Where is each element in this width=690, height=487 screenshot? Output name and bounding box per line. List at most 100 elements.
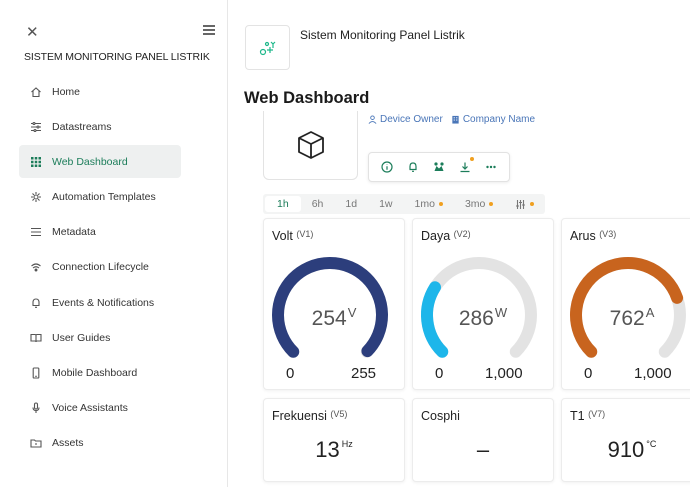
building-icon xyxy=(452,115,459,124)
tab-1d[interactable]: 1d xyxy=(334,194,368,214)
automation-icon xyxy=(29,190,43,204)
gauge-min: 0 xyxy=(584,365,593,382)
widget-value: 13 Hz xyxy=(315,437,353,462)
widget-volt[interactable]: Volt (V1) 254V 0 255 xyxy=(263,218,405,390)
notification-dot xyxy=(470,157,474,161)
menu-icon[interactable] xyxy=(203,25,215,35)
gauge-max: 1,000 xyxy=(485,365,523,382)
sidebar-item-label: Mobile Dashboard xyxy=(52,367,138,379)
microphone-icon xyxy=(29,401,43,415)
download-icon[interactable] xyxy=(457,157,474,175)
sliders-icon xyxy=(516,199,526,209)
widget-arus[interactable]: Arus (V3) 762A 0 1,000 xyxy=(561,218,690,390)
gauge-min: 0 xyxy=(286,365,295,382)
sidebar-item-label: Voice Assistants xyxy=(52,402,128,415)
phone-icon xyxy=(29,366,43,380)
user-icon xyxy=(368,115,377,124)
widget-pin: (V7) xyxy=(588,409,606,419)
template-icon xyxy=(245,25,290,70)
company-name-link[interactable]: Company Name xyxy=(451,114,535,125)
info-icon[interactable] xyxy=(379,159,395,175)
custom-range-tab[interactable] xyxy=(504,194,545,214)
device-owner-label: Device Owner xyxy=(380,114,443,125)
gauge-max: 1,000 xyxy=(634,365,672,382)
widget-title: Arus (V3) xyxy=(570,229,617,243)
widget-pin: (V5) xyxy=(330,409,348,419)
widget-title: Volt (V1) xyxy=(272,229,314,243)
widget-unit: °C xyxy=(646,439,657,449)
sidebar-item-label: Home xyxy=(52,85,81,98)
widget-title: T1 (V7) xyxy=(570,409,606,423)
share-icon[interactable] xyxy=(431,159,447,175)
gauge-value: 762A xyxy=(609,305,655,330)
tab-1mo[interactable]: 1mo xyxy=(404,194,454,214)
gauge-unit: W xyxy=(494,305,508,320)
sidebar-nav: Home Datastreams Web Dashboard Automatio… xyxy=(19,75,181,462)
tab-3mo[interactable]: 3mo xyxy=(454,194,504,214)
sidebar-item-connection-lifecycle[interactable]: Connection Lifecycle xyxy=(19,251,181,284)
tab-1w[interactable]: 1w xyxy=(368,194,403,214)
sidebar: ✕ SISTEM MONITORING PANEL LISTRIK Home D… xyxy=(0,0,228,487)
sidebar-item-web-dashboard[interactable]: Web Dashboard xyxy=(19,145,181,179)
datastreams-icon xyxy=(29,120,43,134)
device-actions-toolbar xyxy=(368,152,510,182)
sidebar-item-label: Metadata xyxy=(52,226,96,239)
folder-icon xyxy=(29,436,43,450)
gauge-value: 286W xyxy=(458,305,508,330)
sidebar-item-label: Assets xyxy=(52,437,84,450)
gauge-value: 254V xyxy=(311,305,357,330)
grid-icon xyxy=(29,155,43,169)
widget-pin: (V1) xyxy=(296,229,314,239)
sidebar-item-label: Web Dashboard xyxy=(52,155,128,168)
device-meta: Device Owner Company Name xyxy=(368,114,535,125)
home-icon xyxy=(29,85,43,99)
bell-icon[interactable] xyxy=(405,159,421,175)
premium-dot xyxy=(438,202,443,206)
sidebar-item-label: Events & Notifications xyxy=(52,296,155,309)
gauge-min: 0 xyxy=(435,365,444,382)
gauge-max: 255 xyxy=(351,365,377,382)
sidebar-item-label: Automation Templates xyxy=(52,191,156,204)
device-owner-link[interactable]: Device Owner xyxy=(368,114,443,125)
widget-unit: Hz xyxy=(341,439,353,449)
tab-label: 3mo xyxy=(464,198,486,210)
widget-value: – xyxy=(476,437,490,462)
tab-1h[interactable]: 1h xyxy=(265,196,301,212)
sidebar-item-voice-assistants[interactable]: Voice Assistants xyxy=(19,392,181,425)
premium-dot xyxy=(530,202,535,206)
gauge-unit: A xyxy=(645,305,655,320)
page-title: Web Dashboard xyxy=(244,89,370,107)
sidebar-item-assets[interactable]: Assets xyxy=(19,427,181,460)
close-icon[interactable]: ✕ xyxy=(26,25,39,40)
sidebar-item-mobile-dashboard[interactable]: Mobile Dashboard xyxy=(19,357,181,390)
widget-pin: (V3) xyxy=(599,229,617,239)
sidebar-item-datastreams[interactable]: Datastreams xyxy=(19,110,181,143)
tab-label: 1mo xyxy=(414,198,435,210)
widget-frekuensi[interactable]: Frekuensi (V5) 13 Hz xyxy=(263,398,405,482)
widget-pin: (V2) xyxy=(453,229,471,239)
tab-6h[interactable]: 6h xyxy=(301,194,335,214)
sidebar-title: SISTEM MONITORING PANEL LISTRIK xyxy=(24,51,210,63)
widget-title: Cosphi xyxy=(421,409,460,423)
gauge-unit: V xyxy=(347,305,357,320)
sidebar-item-events-notifications[interactable]: Events & Notifications xyxy=(19,286,181,319)
sidebar-item-metadata[interactable]: Metadata xyxy=(19,216,181,249)
sidebar-item-automation-templates[interactable]: Automation Templates xyxy=(19,181,181,214)
widget-t1[interactable]: T1 (V7) 910 °C xyxy=(561,398,690,482)
premium-dot xyxy=(489,202,494,206)
widget-title: Daya (V2) xyxy=(421,229,471,243)
list-icon xyxy=(29,225,43,239)
time-range-tabs: 1h 6h 1d 1w 1mo 3mo xyxy=(263,194,546,214)
template-name: Sistem Monitoring Panel Listrik xyxy=(300,28,465,42)
sidebar-item-label: Datastreams xyxy=(52,120,112,133)
bell-icon xyxy=(29,296,43,310)
wifi-icon xyxy=(29,260,43,274)
book-icon xyxy=(29,331,43,345)
cube-icon xyxy=(297,131,324,159)
more-icon[interactable] xyxy=(483,159,499,175)
sidebar-item-home[interactable]: Home xyxy=(19,75,181,108)
widget-value: 910 °C xyxy=(607,437,657,462)
widget-daya[interactable]: Daya (V2) 286W 0 1,000 xyxy=(412,218,554,390)
sidebar-item-user-guides[interactable]: User Guides xyxy=(19,321,181,354)
widget-cosphi[interactable]: Cosphi – xyxy=(412,398,554,482)
